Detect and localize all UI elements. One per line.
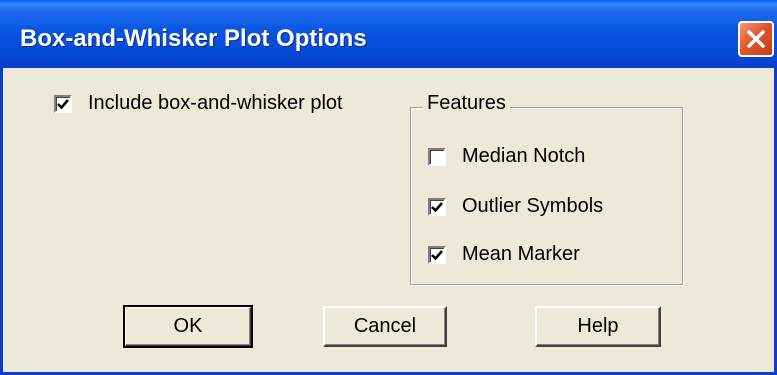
- median-notch-label: Median Notch: [462, 145, 586, 167]
- features-group-title: Features: [423, 92, 510, 115]
- cancel-button[interactable]: Cancel: [323, 306, 447, 347]
- mean-marker-checkbox[interactable]: Mean Marker: [428, 243, 580, 266]
- checkmark-icon: [431, 249, 443, 260]
- outlier-symbols-label: Outlier Symbols: [462, 195, 604, 217]
- outlier-symbols-box[interactable]: [428, 197, 446, 216]
- checkmark-icon: [57, 98, 69, 109]
- include-plot-checkbox[interactable]: Include box-and-whisker plot: [54, 92, 343, 115]
- mean-marker-label: Mean Marker: [462, 243, 580, 265]
- help-button[interactable]: Help: [535, 306, 661, 347]
- checkmark-icon: [431, 201, 443, 212]
- dialog-title: Box-and-Whisker Plot Options: [20, 25, 367, 52]
- close-icon: [747, 30, 765, 48]
- mean-marker-box[interactable]: [428, 245, 446, 264]
- median-notch-box[interactable]: [428, 147, 446, 166]
- outlier-symbols-checkbox[interactable]: Outlier Symbols: [428, 195, 603, 218]
- ok-button[interactable]: OK: [123, 305, 253, 348]
- include-plot-label: Include box-and-whisker plot: [88, 92, 343, 114]
- close-button[interactable]: [738, 21, 774, 57]
- dialog-window: Box-and-Whisker Plot Options Include box…: [0, 0, 777, 375]
- title-bar[interactable]: Box-and-Whisker Plot Options: [0, 0, 777, 68]
- median-notch-checkbox[interactable]: Median Notch: [428, 145, 585, 168]
- include-plot-box[interactable]: [54, 94, 72, 113]
